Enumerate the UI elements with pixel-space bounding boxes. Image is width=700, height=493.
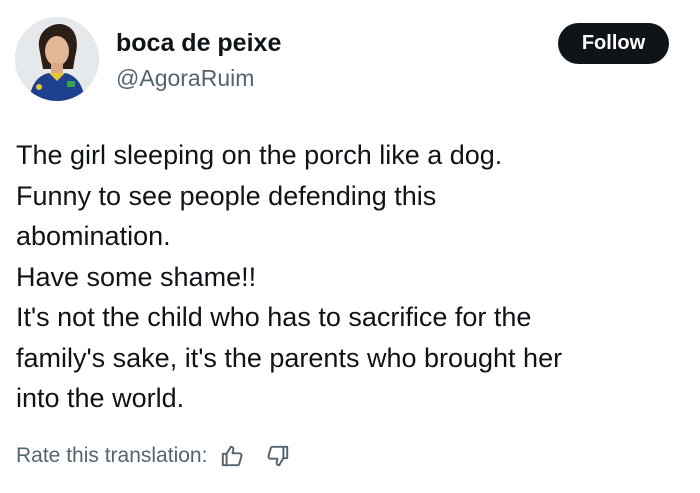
- thumbs-down-icon[interactable]: [265, 443, 291, 469]
- translation-label: Rate this translation:: [16, 444, 208, 467]
- tweet-text-line: family's sake, it's the parents who brou…: [16, 342, 563, 373]
- follow-button[interactable]: Follow: [558, 23, 669, 64]
- tweet-card: boca de peixe @AgoraRuim Follow The girl…: [0, 0, 700, 493]
- user-avatar-icon: [15, 17, 99, 101]
- display-name[interactable]: boca de peixe: [116, 27, 281, 59]
- tweet-text-line: into the world.: [16, 383, 185, 413]
- tweet-text-line: Have some shame!!: [16, 261, 257, 292]
- tweet-text-line: It's not the child who has to sacrifice …: [16, 302, 532, 332]
- tweet-text-line: Funny to see people defending this: [16, 180, 437, 211]
- user-handle[interactable]: @AgoraRuim: [116, 63, 254, 93]
- tweet-text-line: abomination.: [16, 221, 171, 251]
- tweet-text: The girl sleeping on the porch like a do…: [16, 135, 686, 419]
- tweet-text-line: The girl sleeping on the porch like a do…: [16, 140, 503, 170]
- avatar[interactable]: [15, 17, 99, 101]
- translation-rating-bar: Rate this translation:: [16, 440, 291, 472]
- thumbs-up-icon[interactable]: [219, 443, 245, 469]
